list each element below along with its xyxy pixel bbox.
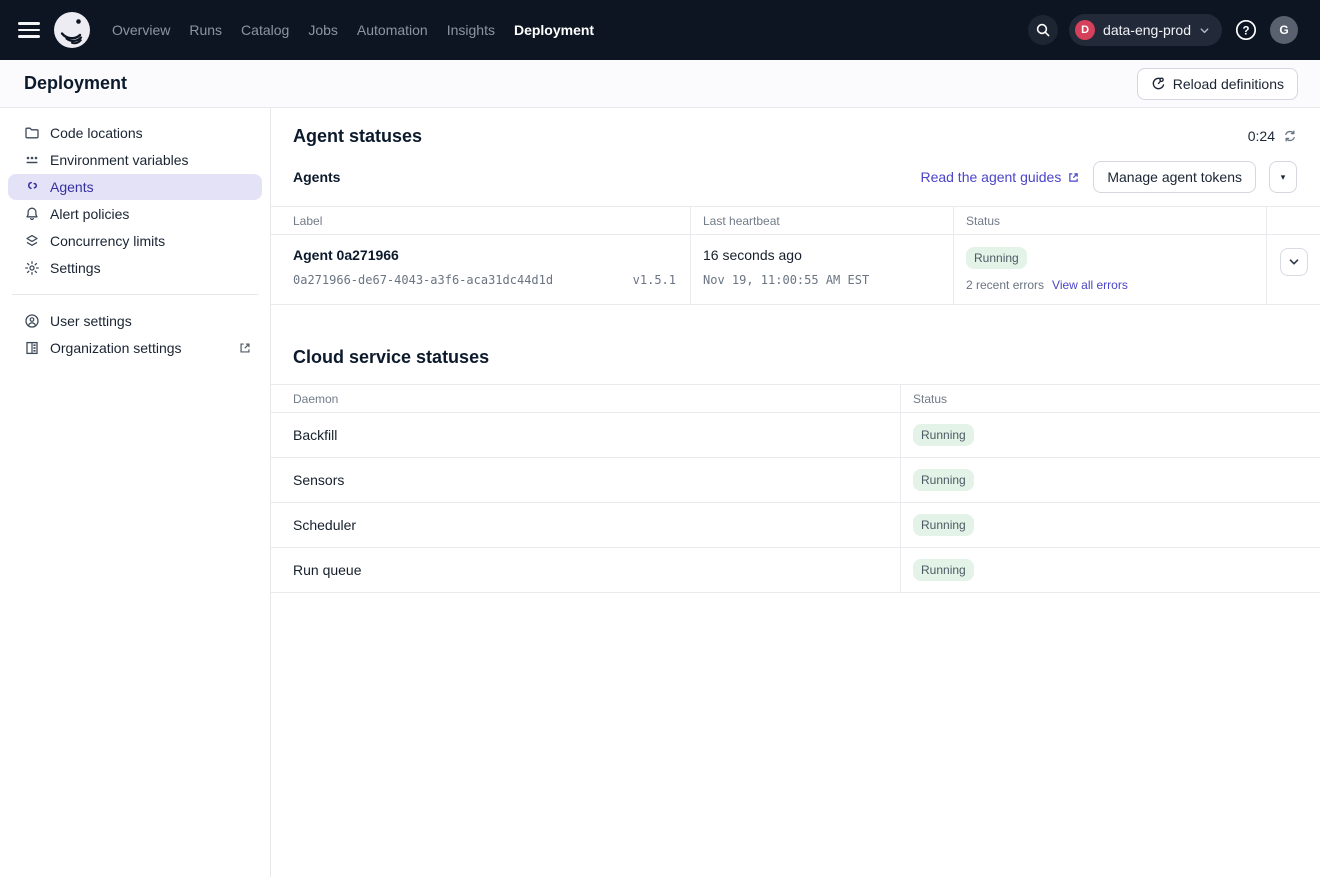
sidebar-item-user-settings[interactable]: User settings [8, 308, 262, 334]
daemon-row: Run queue Running [271, 548, 1320, 593]
status-badge: Running [913, 469, 974, 491]
bell-icon [24, 206, 40, 222]
sidebar-item-label: Concurrency limits [50, 233, 165, 249]
column-header-status: Status [954, 207, 1267, 234]
sidebar-item-label: User settings [50, 313, 132, 329]
sidebar-item-settings[interactable]: Settings [8, 255, 262, 281]
main-content: Agent statuses 0:24 Agents Read the agen… [271, 108, 1320, 877]
gear-icon [24, 260, 40, 276]
daemon-name: Sensors [271, 458, 901, 502]
top-navbar: Overview Runs Catalog Jobs Automation In… [0, 0, 1320, 60]
sidebar-item-label: Code locations [50, 125, 143, 141]
expand-agent-row-button[interactable] [1280, 248, 1308, 276]
agents-heading: Agents [293, 169, 340, 185]
nav-runs[interactable]: Runs [189, 22, 222, 38]
daemon-name: Backfill [271, 413, 901, 457]
deployment-sidebar: Code locations Environment variables Age… [0, 108, 271, 877]
sidebar-item-label: Organization settings [50, 340, 182, 356]
daemon-name: Run queue [271, 548, 901, 592]
question-mark-icon: ? [1234, 18, 1258, 42]
nav-overview[interactable]: Overview [112, 22, 170, 38]
folder-icon [24, 125, 40, 141]
sidebar-item-concurrency-limits[interactable]: Concurrency limits [8, 228, 262, 254]
hamburger-menu-icon[interactable] [18, 18, 42, 42]
search-icon [1035, 22, 1051, 38]
column-header-last-heartbeat: Last heartbeat [691, 207, 954, 234]
column-header-daemon: Daemon [271, 385, 901, 412]
chevron-down-icon [1288, 256, 1300, 268]
help-button[interactable]: ? [1233, 17, 1259, 43]
deployment-name: data-eng-prod [1103, 22, 1191, 38]
manage-agent-tokens-button[interactable]: Manage agent tokens [1093, 161, 1256, 193]
sidebar-item-alert-policies[interactable]: Alert policies [8, 201, 262, 227]
agent-version: v1.5.1 [633, 273, 676, 287]
column-header-status: Status [901, 385, 1320, 412]
cloud-table-header: Daemon Status [271, 385, 1320, 413]
agent-row: Agent 0a271966 0a271966-de67-4043-a3f6-a… [271, 235, 1320, 305]
sidebar-item-organization-settings[interactable]: Organization settings [8, 335, 262, 361]
external-link-icon [1067, 171, 1080, 184]
daemon-row: Sensors Running [271, 458, 1320, 503]
status-badge: Running [913, 424, 974, 446]
organization-icon [24, 340, 40, 356]
user-icon [24, 313, 40, 329]
reload-icon [1151, 76, 1166, 91]
heartbeat-relative: 16 seconds ago [703, 247, 941, 263]
view-all-errors-link[interactable]: View all errors [1052, 278, 1128, 292]
primary-nav: Overview Runs Catalog Jobs Automation In… [112, 22, 594, 38]
sidebar-item-label: Alert policies [50, 206, 129, 222]
sidebar-divider [12, 294, 258, 295]
cloud-services-table: Daemon Status Backfill Running Sensors R… [271, 384, 1320, 593]
deployment-switcher[interactable]: D data-eng-prod [1069, 14, 1222, 46]
sidebar-item-label: Environment variables [50, 152, 189, 168]
nav-automation[interactable]: Automation [357, 22, 428, 38]
agent-name: Agent 0a271966 [293, 247, 678, 263]
sidebar-item-agents[interactable]: Agents [8, 174, 262, 200]
page-header: Deployment Reload definitions [0, 60, 1320, 108]
cloud-service-statuses-title: Cloud service statuses [293, 347, 1297, 368]
agent-icon [24, 179, 40, 195]
status-badge: Running [913, 514, 974, 536]
nav-insights[interactable]: Insights [447, 22, 495, 38]
agents-more-actions-button[interactable]: ▾ [1269, 161, 1297, 193]
variables-icon [24, 152, 40, 168]
page-title: Deployment [24, 73, 127, 94]
svg-text:?: ? [1242, 25, 1249, 37]
refresh-icon[interactable] [1283, 129, 1297, 143]
agents-table: Label Last heartbeat Status Agent 0a2719… [271, 206, 1320, 305]
search-button[interactable] [1028, 15, 1058, 45]
external-link-icon [238, 341, 252, 355]
reload-definitions-button[interactable]: Reload definitions [1137, 68, 1298, 100]
status-badge: Running [966, 247, 1027, 269]
column-header-label: Label [271, 207, 691, 234]
status-badge: Running [913, 559, 974, 581]
refresh-countdown: 0:24 [1248, 128, 1275, 144]
sidebar-item-label: Agents [50, 179, 94, 195]
caret-down-icon: ▾ [1281, 172, 1286, 183]
user-avatar[interactable]: G [1270, 16, 1298, 44]
recent-errors-count: 2 recent errors [966, 278, 1044, 292]
sidebar-item-label: Settings [50, 260, 101, 276]
chevron-down-icon [1199, 25, 1210, 36]
heartbeat-timestamp: Nov 19, 11:00:55 AM EST [703, 273, 941, 287]
nav-catalog[interactable]: Catalog [241, 22, 289, 38]
dagster-logo[interactable] [54, 12, 90, 48]
agent-statuses-title: Agent statuses [293, 126, 422, 147]
daemon-name: Scheduler [271, 503, 901, 547]
nav-deployment[interactable]: Deployment [514, 22, 594, 38]
agent-guides-link[interactable]: Read the agent guides [920, 169, 1080, 185]
deployment-initial-badge: D [1075, 20, 1095, 40]
layers-icon [24, 233, 40, 249]
nav-jobs[interactable]: Jobs [308, 22, 338, 38]
daemon-row: Backfill Running [271, 413, 1320, 458]
daemon-row: Scheduler Running [271, 503, 1320, 548]
agents-table-header: Label Last heartbeat Status [271, 207, 1320, 235]
sidebar-item-environment-variables[interactable]: Environment variables [8, 147, 262, 173]
agent-id: 0a271966-de67-4043-a3f6-aca31dc44d1d [293, 273, 553, 287]
sidebar-item-code-locations[interactable]: Code locations [8, 120, 262, 146]
